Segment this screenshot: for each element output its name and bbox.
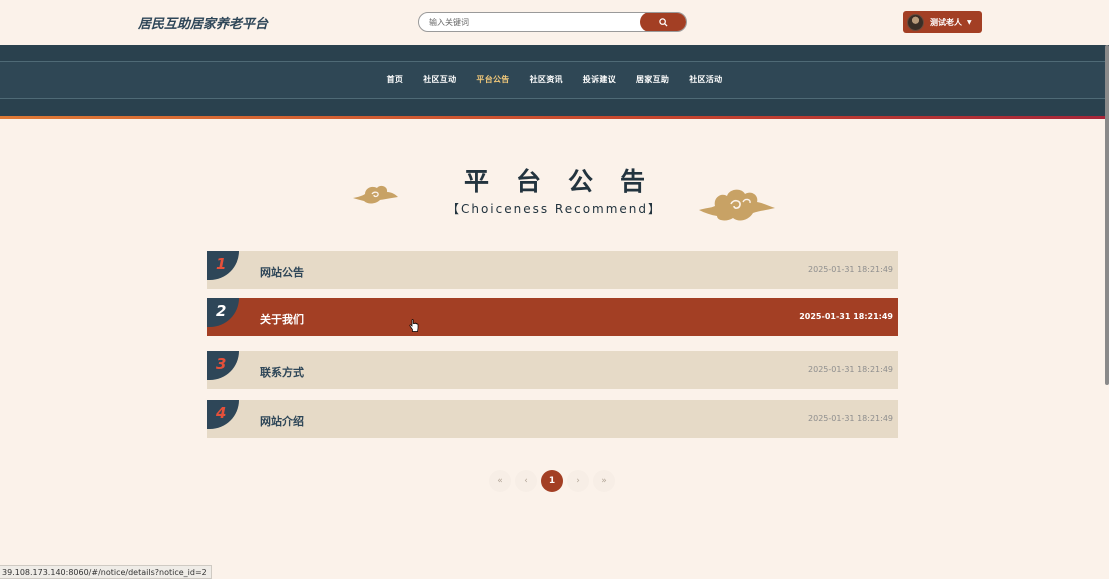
page-1-button[interactable]: 1 (541, 470, 563, 492)
nav-items: 首页 社区互动 平台公告 社区资讯 投诉建议 居家互助 社区活动 (0, 74, 1109, 85)
search-bar (418, 12, 687, 32)
notice-number: 2 (216, 302, 227, 320)
cloud-ornament-icon (699, 189, 775, 221)
search-input[interactable] (429, 15, 639, 29)
nav-item-platform-notice[interactable]: 平台公告 (466, 74, 519, 85)
number-badge: 4 (207, 400, 239, 429)
notice-title[interactable]: 关于我们 (260, 311, 304, 327)
number-badge: 2 (207, 298, 239, 327)
nav-item-community-interaction[interactable]: 社区互动 (413, 74, 466, 85)
notice-date: 2025-01-31 18:21:49 (808, 265, 893, 274)
nav-band-bottom (0, 98, 1109, 116)
notice-date: 2025-01-31 18:21:49 (808, 414, 893, 423)
scrollbar[interactable] (1105, 45, 1109, 385)
cloud-ornament-icon (353, 185, 398, 204)
notice-title[interactable]: 联系方式 (260, 364, 304, 380)
nav-item-home-mutual-aid[interactable]: 居家互助 (626, 74, 679, 85)
notice-row[interactable]: 3 联系方式 2025-01-31 18:21:49 (207, 351, 898, 389)
nav-item-community-news[interactable]: 社区资讯 (520, 74, 573, 85)
user-name: 测试老人 (930, 17, 962, 27)
avatar (907, 13, 924, 31)
notice-row[interactable]: 1 网站公告 2025-01-31 18:21:49 (207, 251, 898, 289)
page-title: 平台公告 (463, 167, 672, 196)
notice-row[interactable]: 2 关于我们 2025-01-31 18:21:49 (207, 298, 898, 336)
hand-cursor-icon (409, 319, 419, 332)
notice-row[interactable]: 4 网站介绍 2025-01-31 18:21:49 (207, 400, 898, 438)
nav-item-community-events[interactable]: 社区活动 (679, 74, 732, 85)
notice-number: 3 (216, 355, 227, 373)
nav-item-complaints[interactable]: 投诉建议 (573, 74, 626, 85)
user-menu-button[interactable]: 测试老人 ▼ (903, 11, 982, 33)
header: 居民互助居家养老平台 测试老人 ▼ (0, 0, 1109, 45)
nav-band-top (0, 45, 1109, 62)
status-bar-url: 39.108.173.140:8060/#/notice/details?not… (0, 565, 212, 579)
number-badge: 3 (207, 351, 239, 380)
page-subtitle: 【Choiceness Recommend】 (446, 202, 663, 216)
main-nav: 首页 社区互动 平台公告 社区资讯 投诉建议 居家互助 社区活动 (0, 45, 1109, 116)
notice-title[interactable]: 网站公告 (260, 264, 304, 280)
prev-page-button[interactable]: ‹ (515, 470, 537, 492)
nav-item-home[interactable]: 首页 (377, 74, 414, 85)
number-badge: 1 (207, 251, 239, 280)
notice-date: 2025-01-31 18:21:49 (799, 312, 893, 321)
notice-number: 4 (216, 404, 227, 422)
notice-date: 2025-01-31 18:21:49 (808, 365, 893, 374)
notice-title[interactable]: 网站介绍 (260, 413, 304, 429)
search-icon (659, 17, 668, 27)
first-page-button[interactable]: « (489, 470, 511, 492)
site-logo[interactable]: 居民互助居家养老平台 (138, 13, 268, 32)
pagination: « ‹ 1 › » (489, 470, 615, 492)
search-button[interactable] (640, 13, 686, 31)
next-page-button[interactable]: › (567, 470, 589, 492)
notice-number: 1 (216, 255, 227, 273)
nav-accent-stripe (0, 116, 1109, 119)
caret-down-icon: ▼ (967, 18, 972, 26)
last-page-button[interactable]: » (593, 470, 615, 492)
